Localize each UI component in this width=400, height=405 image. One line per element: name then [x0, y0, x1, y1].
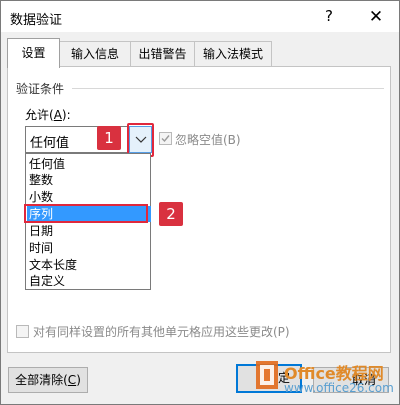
- list-item[interactable]: 小数: [27, 189, 151, 205]
- clear-all-button[interactable]: 全部清除(C): [8, 367, 88, 393]
- tab-input-message[interactable]: 输入信息: [59, 41, 131, 66]
- tab-ime-mode[interactable]: 输入法模式: [194, 41, 272, 66]
- list-item[interactable]: 日期: [27, 223, 151, 239]
- apply-all-label: 对有同样设置的所有其他单元格应用这些更改(P): [33, 325, 290, 339]
- list-item[interactable]: 自定义: [27, 273, 151, 289]
- tab-error-alert[interactable]: 出错警告: [130, 41, 195, 66]
- allow-combobox-value: 任何值: [30, 136, 70, 151]
- close-button[interactable]: ✕: [365, 6, 387, 28]
- tab-settings[interactable]: 设置: [7, 38, 60, 68]
- validation-criteria-label: 验证条件: [16, 82, 65, 96]
- title-bar: 数据验证 ? ✕: [1, 1, 399, 32]
- apply-all-checkbox[interactable]: [16, 325, 29, 338]
- callout-badge-2: 2: [159, 202, 183, 226]
- dialog-title: 数据验证: [10, 13, 63, 28]
- ignore-blank-label: 忽略空值(B): [175, 133, 241, 147]
- list-item[interactable]: 文本长度: [27, 257, 151, 273]
- callout-box-dropdown: [127, 123, 154, 157]
- list-item[interactable]: 整数: [27, 172, 151, 188]
- callout-box-sequence: [24, 204, 148, 223]
- check-icon: [161, 135, 170, 143]
- list-item[interactable]: 任何值: [27, 156, 151, 172]
- callout-badge-1: 1: [97, 126, 121, 150]
- list-item[interactable]: 时间: [27, 240, 151, 256]
- allow-label: 允许(A):: [25, 108, 71, 122]
- ignore-blank-checkbox[interactable]: [159, 132, 172, 145]
- group-divider: [72, 88, 384, 89]
- watermark-url: www.office26.com: [284, 381, 394, 395]
- help-button[interactable]: ?: [319, 6, 339, 26]
